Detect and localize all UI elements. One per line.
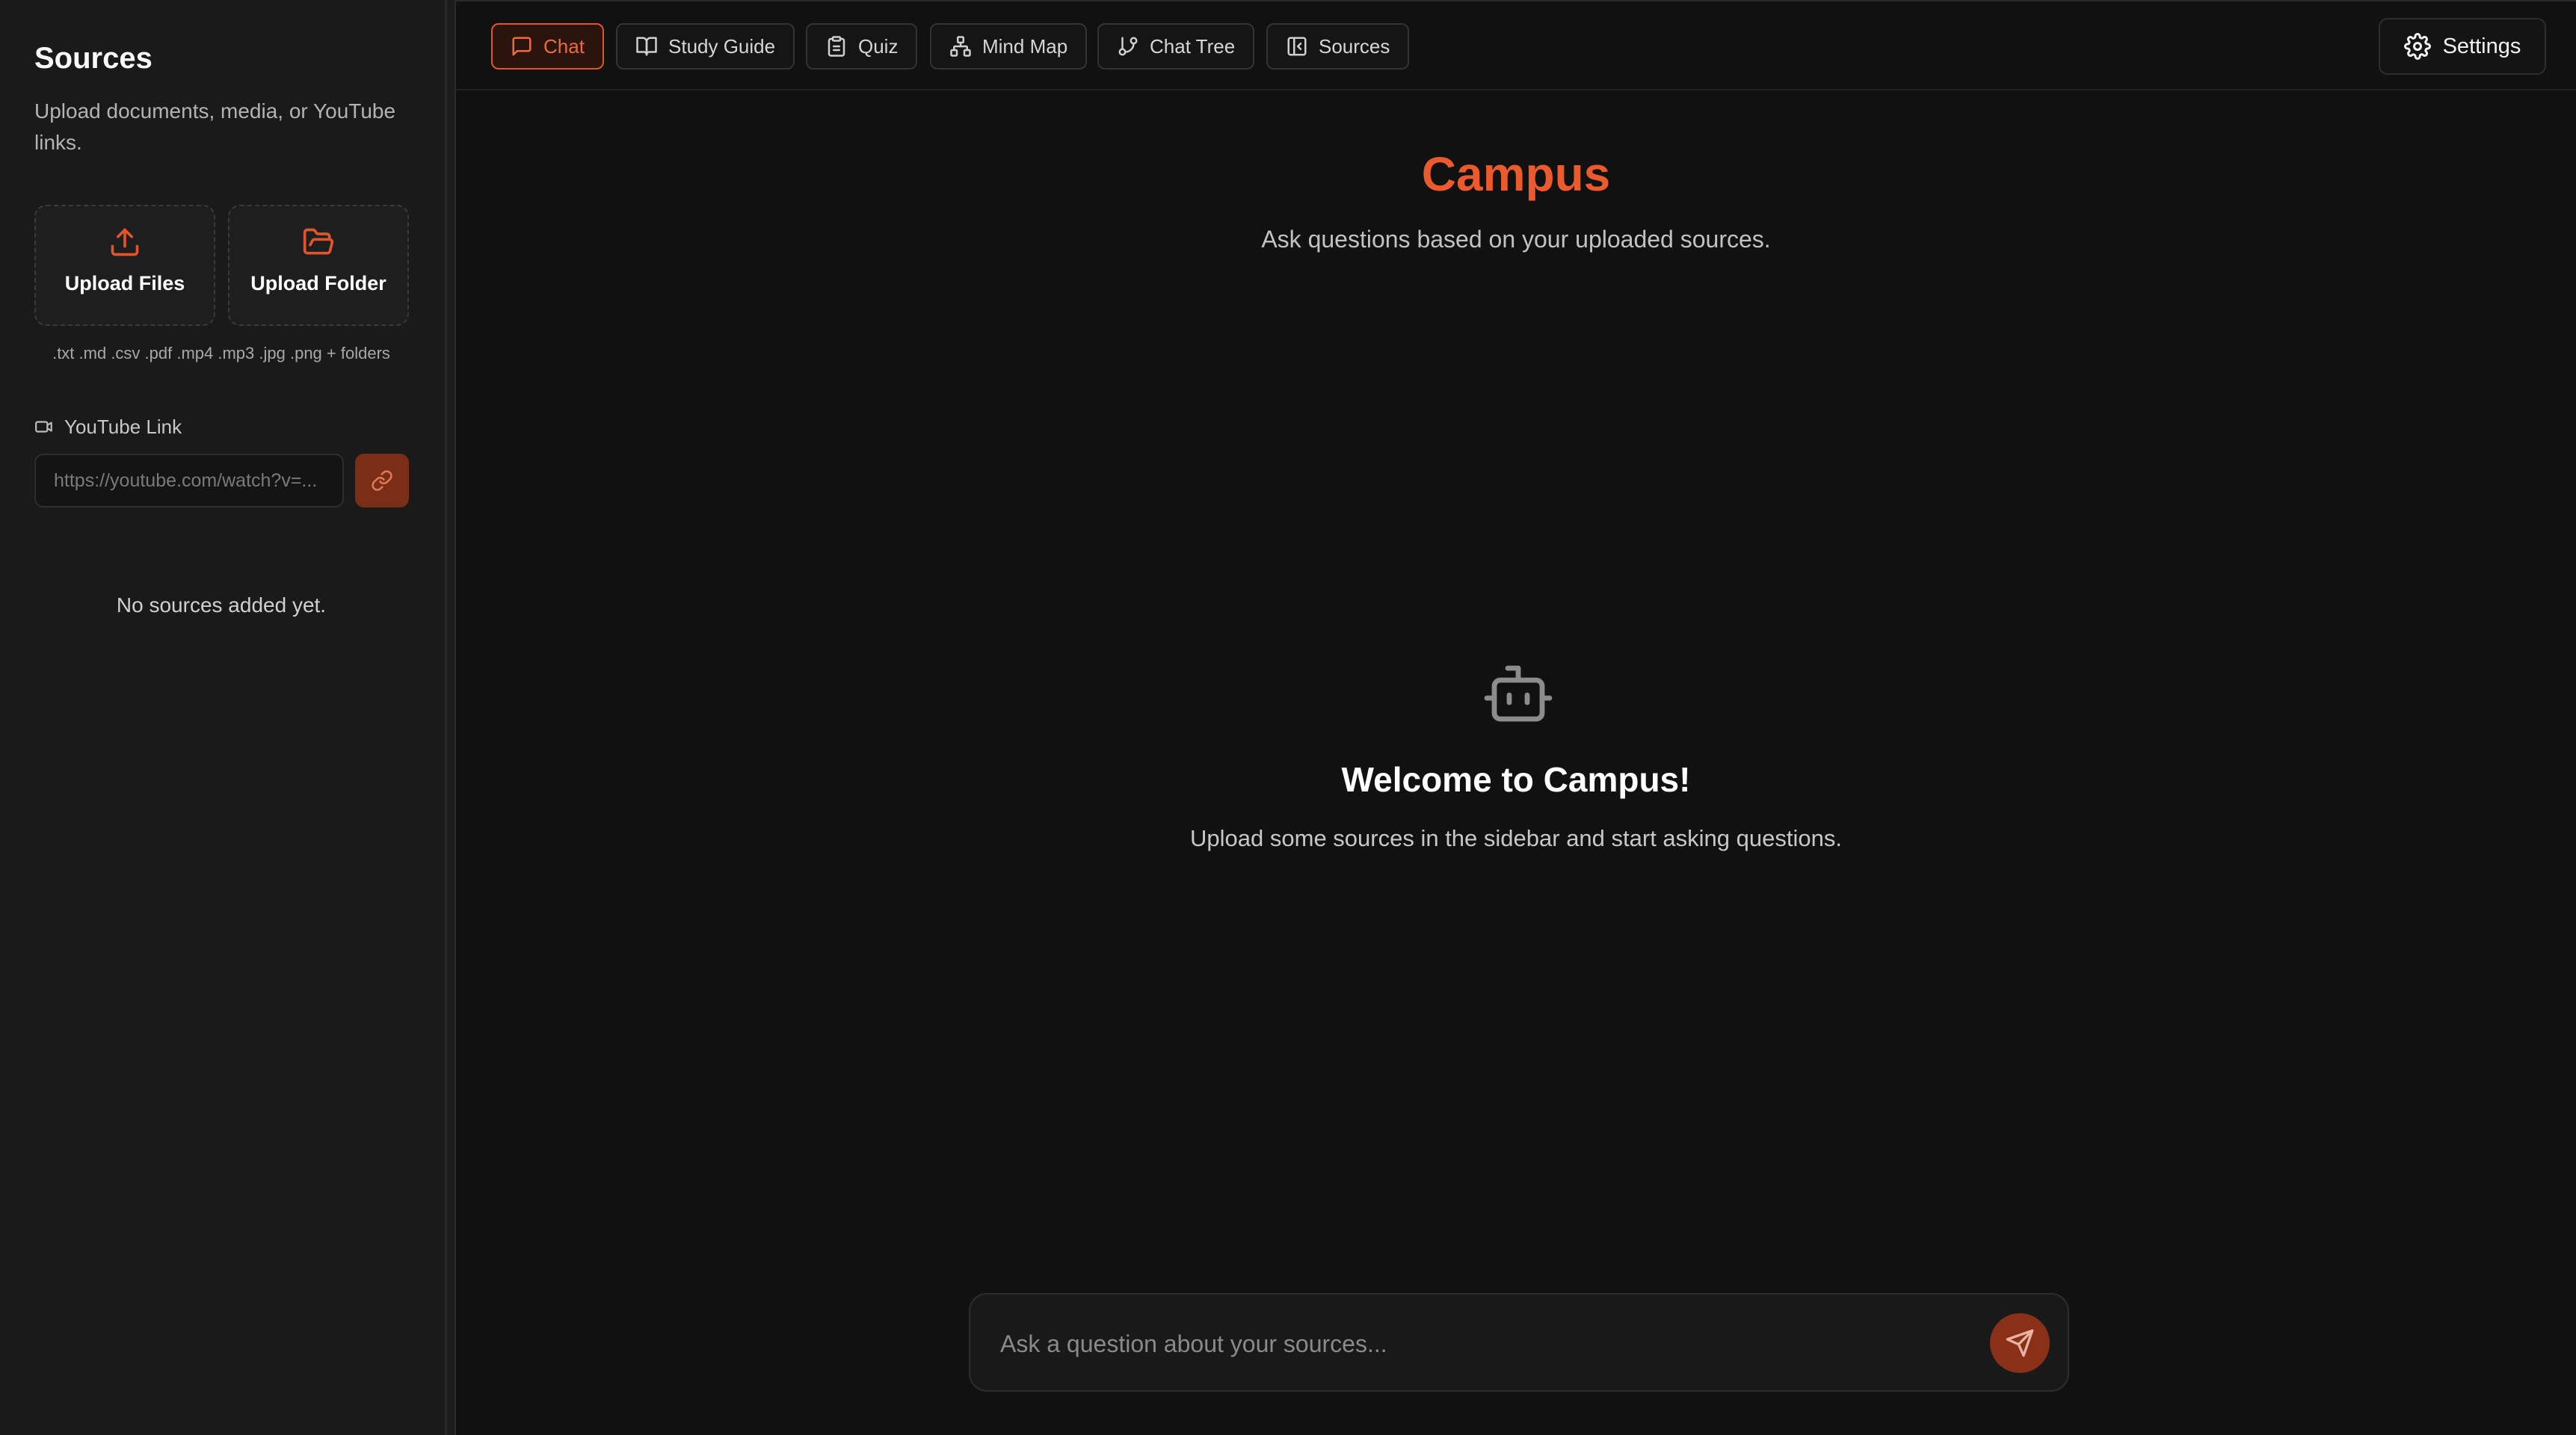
youtube-link-label: YouTube Link	[34, 416, 182, 438]
network-icon	[950, 36, 971, 57]
gear-icon	[2403, 33, 2431, 60]
panel-left-icon	[1287, 37, 1307, 56]
tab-sources[interactable]: Sources	[1266, 23, 1410, 70]
sidebar-resize-handle[interactable]	[446, 0, 456, 1435]
tab-chat-tree-label: Chat Tree	[1150, 34, 1236, 58]
page-subtitle: Ask questions based on your uploaded sou…	[1261, 226, 1771, 253]
tab-study-guide[interactable]: Study Guide	[616, 23, 795, 70]
welcome-subtitle: Upload some sources in the sidebar and s…	[1190, 825, 1842, 851]
app-window: Sources Upload documents, media, or YouT…	[0, 0, 2576, 1435]
youtube-url-input[interactable]	[34, 454, 344, 507]
upload-folder-label: Upload Folder	[250, 272, 386, 294]
top-toolbar: Chat Study Guide Quiz Mind Map Chat Tree…	[456, 0, 2576, 90]
empty-sources-text: No sources added yet.	[116, 593, 327, 617]
upload-files-button[interactable]: Upload Files	[34, 205, 215, 326]
chat-composer	[969, 1293, 2069, 1392]
page-title: Campus	[1421, 147, 1611, 201]
tab-mind-map-label: Mind Map	[982, 34, 1068, 58]
upload-folder-button[interactable]: Upload Folder	[228, 205, 409, 326]
supported-formats-text: .txt .md .csv .pdf .mp4 .mp3 .jpg .png +…	[52, 344, 390, 362]
link-icon	[372, 470, 392, 491]
settings-label: Settings	[2442, 34, 2521, 58]
sources-sidebar: Sources Upload documents, media, or YouT…	[0, 0, 446, 1435]
git-branch-icon	[1118, 37, 1138, 56]
tab-study-guide-label: Study Guide	[668, 34, 776, 58]
video-icon	[35, 421, 52, 433]
send-icon	[2006, 1329, 2034, 1357]
tab-chat-label: Chat	[543, 34, 585, 58]
youtube-link-text: YouTube Link	[64, 415, 182, 438]
tab-quiz-label: Quiz	[858, 34, 899, 58]
tab-mind-map[interactable]: Mind Map	[930, 23, 1088, 70]
tab-chat-tree[interactable]: Chat Tree	[1097, 23, 1255, 70]
tab-quiz[interactable]: Quiz	[806, 23, 918, 70]
message-square-icon	[512, 37, 531, 56]
upload-files-label: Upload Files	[64, 272, 185, 294]
bot-icon	[1484, 665, 1553, 722]
settings-button[interactable]: Settings	[2379, 18, 2546, 75]
send-button[interactable]	[1990, 1313, 2050, 1373]
upload-icon	[111, 228, 139, 256]
welcome-title: Welcome to Campus!	[1341, 760, 1691, 799]
tab-chat[interactable]: Chat	[491, 23, 604, 70]
add-youtube-link-button[interactable]	[355, 454, 409, 507]
tab-sources-label: Sources	[1319, 34, 1390, 58]
chat-input[interactable]	[1000, 1315, 1927, 1372]
folder-open-icon	[303, 228, 334, 255]
clipboard-icon	[828, 36, 845, 57]
book-open-icon	[636, 37, 657, 56]
sidebar-subtitle: Upload documents, media, or YouTube link…	[34, 99, 396, 154]
sidebar-title: Sources	[34, 42, 152, 75]
